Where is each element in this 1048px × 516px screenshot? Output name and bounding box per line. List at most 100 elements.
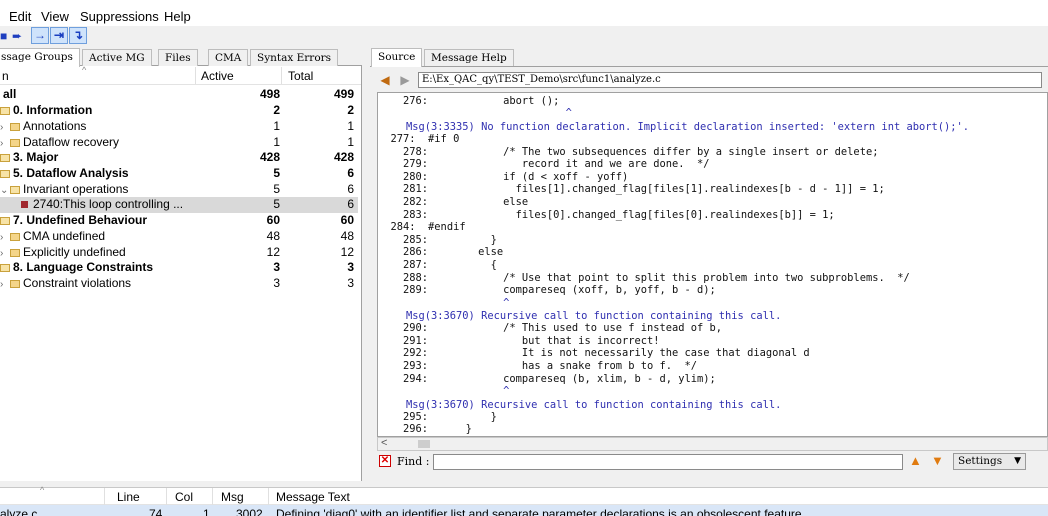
- find-previous-icon[interactable]: ▲: [909, 453, 922, 468]
- tree-row-total: 6: [347, 166, 354, 180]
- source-line: 290: /* This used to use f instead of b,: [378, 322, 723, 334]
- message-marker-icon: [21, 201, 28, 208]
- tree-row-total: 3: [347, 276, 354, 290]
- message-caret: ^: [378, 107, 572, 119]
- tab-active-mg[interactable]: Active MG: [82, 49, 152, 66]
- tree-row-label: Explicitly undefined: [23, 245, 126, 259]
- tree-row[interactable]: › Constraint violations 3 3: [0, 276, 358, 292]
- tree-row-label: CMA undefined: [23, 229, 106, 243]
- scroll-left-icon[interactable]: <: [381, 437, 387, 449]
- column-total-header[interactable]: Total: [288, 69, 313, 83]
- folder-icon: [10, 233, 20, 241]
- tree-row-total: 3: [347, 260, 354, 274]
- source-line: 289: compareseq (xoff, b, yoff, b - d);: [378, 284, 716, 296]
- tree-row[interactable]: ⌄ Invariant operations 5 6: [0, 182, 358, 198]
- source-line: 279: record it and we are done. */: [378, 158, 710, 170]
- message-line[interactable]: Msg(3:3335) No function declaration. Imp…: [406, 121, 1047, 134]
- folder-open-icon: [0, 170, 10, 178]
- tree-row[interactable]: all 498 499: [0, 87, 358, 103]
- scrollbar-thumb[interactable]: [418, 440, 430, 448]
- forward-arrow-icon[interactable]: ▶: [397, 72, 413, 88]
- menu-edit[interactable]: Edit: [9, 9, 31, 24]
- folder-icon: [10, 123, 20, 131]
- column-msg-header[interactable]: Msg: [221, 490, 244, 504]
- chevron-right-icon[interactable]: ›: [0, 136, 10, 151]
- tab-message-groups[interactable]: ssage Groups: [0, 48, 80, 67]
- tree-row-label: 0. Information: [13, 103, 93, 117]
- tree-row-total: 60: [340, 213, 354, 227]
- step-return-button[interactable]: ↴: [69, 27, 87, 44]
- tree-row-active: 5: [273, 182, 280, 196]
- message-list-header: ^ Line Col Msg Message Text: [0, 485, 1048, 505]
- tree-row[interactable]: 8. Language Constraints 3 3: [0, 260, 358, 276]
- folder-open-icon: [10, 186, 20, 194]
- tree-row-active: 428: [259, 150, 280, 164]
- chevron-down-icon[interactable]: ⌄: [0, 183, 10, 198]
- source-line: 288: /* Use that point to split this pro…: [378, 272, 910, 284]
- tree-row-active: 3: [273, 260, 280, 274]
- chevron-right-icon[interactable]: ›: [0, 277, 10, 292]
- tab-source[interactable]: Source: [371, 48, 423, 67]
- back-arrow-icon[interactable]: ◀: [377, 72, 393, 88]
- tree-header: n ^ Active Total: [0, 65, 361, 85]
- path-bar: ◀ ▶ E:\Ex_QAC_qy\TEST_Demo\src\func1\ana…: [370, 68, 1048, 92]
- chevron-right-icon[interactable]: ›: [0, 230, 10, 245]
- message-list-row[interactable]: alyze.c 74 1 3002 Defining 'diag0' with …: [0, 505, 1048, 516]
- source-line: 278: /* The two subsequences differ by a…: [378, 146, 879, 158]
- tree-row-label: 8. Language Constraints: [13, 260, 154, 274]
- tree-row[interactable]: › Annotations 1 1: [0, 119, 358, 135]
- settings-dropdown[interactable]: Settings ▼: [953, 453, 1026, 470]
- menu-suppressions[interactable]: Suppressions: [80, 9, 159, 24]
- tab-cma[interactable]: CMA: [208, 49, 249, 66]
- tree-row-total: 1: [347, 135, 354, 149]
- source-line: 286: else: [378, 246, 504, 258]
- tab-message-help[interactable]: Message Help: [424, 49, 514, 66]
- step-right-button[interactable]: →: [31, 27, 49, 44]
- stop-icon[interactable]: ■: [0, 29, 7, 43]
- find-next-icon[interactable]: ▼: [931, 453, 944, 468]
- horizontal-scrollbar[interactable]: <: [377, 437, 1048, 451]
- tree-row[interactable]: 0. Information 2 2: [0, 103, 358, 119]
- source-view[interactable]: 276: abort (); ^ Msg(3:3335) No function…: [377, 92, 1048, 437]
- column-col-header[interactable]: Col: [175, 490, 193, 504]
- tree-row[interactable]: 5. Dataflow Analysis 5 6: [0, 166, 358, 182]
- tree-row-active: 60: [266, 213, 280, 227]
- folder-icon: [10, 280, 20, 288]
- tree-row-active: 3: [273, 276, 280, 290]
- menu-help[interactable]: Help: [164, 9, 191, 24]
- tree-row-total: 428: [333, 150, 354, 164]
- tree-row-active: 2: [273, 103, 280, 117]
- tree-row[interactable]: › CMA undefined 48 48: [0, 229, 358, 245]
- source-line: 296: }: [378, 423, 472, 435]
- tree-row[interactable]: 7. Undefined Behaviour 60 60: [0, 213, 358, 229]
- row-msg: 3002: [236, 507, 263, 516]
- left-tab-strip: ssage Groups Active MG Files CMA Syntax …: [0, 47, 362, 67]
- file-path-field[interactable]: E:\Ex_QAC_qy\TEST_Demo\src\func1\analyze…: [418, 72, 1042, 88]
- tree-row[interactable]: › Dataflow recovery 1 1: [0, 135, 358, 151]
- toolbar: ■ ➨ → ⇥ ↴: [0, 26, 1048, 47]
- find-bar: ✕ Find : ▲ ▼ Settings ▼: [377, 452, 1048, 472]
- message-line[interactable]: Msg(3:3670) Recursive call to function c…: [406, 399, 1047, 412]
- message-caret: ^: [378, 385, 510, 397]
- dropdown-arrow-icon: ▼: [1014, 456, 1021, 466]
- close-icon[interactable]: ✕: [379, 455, 391, 467]
- source-line: 294: compareseq (b, xlim, b - d, ylim);: [378, 373, 716, 385]
- find-input[interactable]: [433, 454, 903, 470]
- message-line[interactable]: Msg(3:3670) Recursive call to function c…: [406, 310, 1047, 323]
- tree-row-total: 499: [333, 87, 354, 101]
- chevron-right-icon[interactable]: ›: [0, 246, 10, 261]
- menu-view[interactable]: View: [41, 9, 69, 24]
- tab-syntax-errors[interactable]: Syntax Errors: [250, 49, 339, 66]
- step-down-button[interactable]: ⇥: [50, 27, 68, 44]
- column-name-header[interactable]: n: [2, 69, 9, 83]
- tree-row[interactable]: 3. Major 428 428: [0, 150, 358, 166]
- source-line: 295: }: [378, 411, 497, 423]
- run-arrow-icon[interactable]: ➨: [12, 29, 22, 43]
- column-active-header[interactable]: Active: [201, 69, 234, 83]
- tree-row[interactable]: › Explicitly undefined 12 12: [0, 245, 358, 261]
- tree-row-selected[interactable]: 2740:This loop controlling ... 5 6: [0, 197, 358, 213]
- column-message-text-header[interactable]: Message Text: [276, 490, 350, 504]
- tab-files[interactable]: Files: [158, 49, 198, 66]
- chevron-right-icon[interactable]: ›: [0, 120, 10, 135]
- column-line-header[interactable]: Line: [117, 490, 140, 504]
